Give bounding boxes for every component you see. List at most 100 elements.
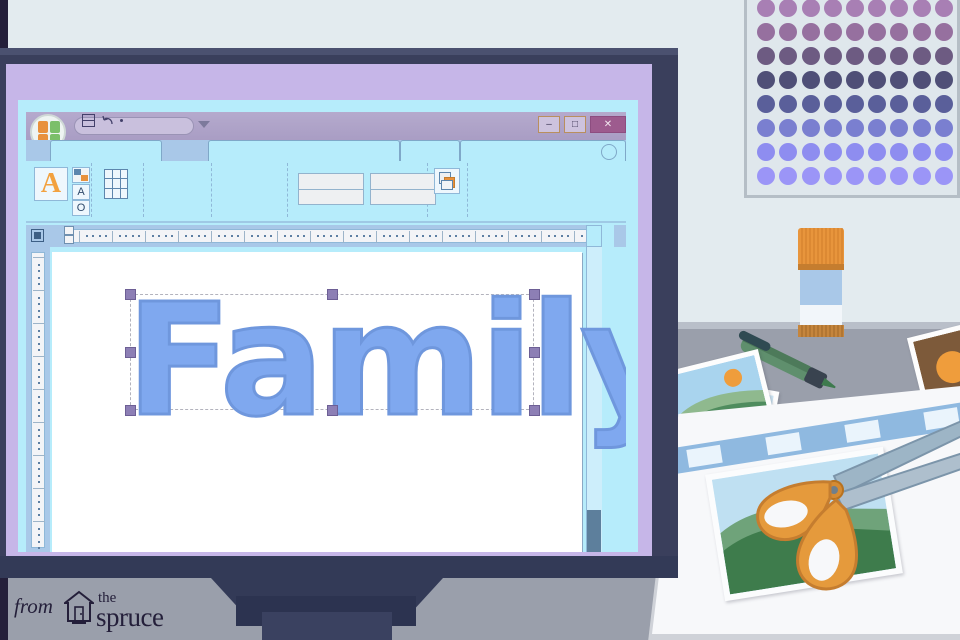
the-spruce-logo: from the spruce — [14, 586, 164, 632]
poster-dot — [912, 119, 931, 137]
ruler-minor-tick — [38, 303, 40, 306]
ruler-minor-tick — [38, 349, 40, 352]
selection-handle[interactable] — [327, 405, 338, 416]
poster-dot — [890, 23, 909, 41]
poster-dot — [890, 47, 909, 65]
selection-handle[interactable] — [529, 347, 540, 358]
ruler-minor-tick — [92, 235, 95, 237]
ruler-minor-tick — [38, 468, 40, 471]
ruler-minor-tick — [125, 235, 128, 237]
glue-stick-base — [798, 325, 844, 337]
ruler-minor-tick — [38, 336, 40, 339]
ruler-minor-tick — [38, 534, 40, 537]
arrange-objects-icon[interactable] — [434, 168, 460, 194]
undo-dropdown-icon[interactable] — [120, 119, 123, 122]
illustration-scene: – □ ✕ A A O Family from the spruce — [0, 0, 960, 640]
ruler-major-tick — [442, 231, 443, 243]
ruler-minor-tick — [38, 296, 40, 299]
tab-home[interactable] — [50, 140, 162, 162]
undo-icon[interactable] — [102, 114, 115, 127]
vertical-ruler[interactable] — [31, 252, 45, 550]
scroll-up-button[interactable] — [586, 225, 602, 247]
horizontal-ruler[interactable] — [72, 229, 603, 243]
ruler-major-tick — [33, 257, 45, 258]
monitor-foot — [262, 612, 392, 640]
text-style-icon[interactable]: A — [72, 184, 90, 200]
ruler-minor-tick — [237, 235, 240, 237]
ruler-minor-tick — [389, 235, 392, 237]
poster-dot — [801, 167, 820, 185]
ruler-minor-tick — [257, 235, 260, 237]
minimize-glyph: – — [546, 119, 552, 130]
ruler-minor-tick — [521, 235, 524, 237]
tab-insert[interactable] — [208, 140, 400, 162]
poster-dot — [757, 143, 776, 161]
selection-handle[interactable] — [125, 347, 136, 358]
poster-dot — [801, 95, 820, 113]
selection-handle[interactable] — [529, 405, 540, 416]
ruler-minor-tick — [336, 235, 339, 237]
ruler-major-tick — [33, 323, 45, 324]
restore-button[interactable]: □ — [564, 116, 586, 133]
help-circle-icon[interactable] — [601, 144, 617, 160]
style-gallery-1[interactable] — [298, 173, 364, 205]
selection-handle[interactable] — [327, 289, 338, 300]
insert-table-icon[interactable] — [104, 169, 128, 199]
selection-handle[interactable] — [125, 289, 136, 300]
ruler-major-tick — [145, 231, 146, 243]
left-indent-marker[interactable] — [64, 235, 74, 244]
wordart-A-button[interactable]: A — [34, 167, 68, 201]
poster-dot — [890, 95, 909, 113]
shape-outline-icon[interactable]: O — [72, 200, 90, 216]
ruler-minor-tick — [138, 235, 141, 237]
customize-caret-icon[interactable] — [198, 121, 210, 128]
color-swatch-icon[interactable] — [72, 167, 90, 183]
ruler-minor-tick — [415, 235, 418, 237]
ruler-minor-tick — [296, 235, 299, 237]
poster-dot — [823, 143, 842, 161]
poster-dot — [868, 0, 887, 17]
ruler-major-tick — [574, 231, 575, 243]
publisher-app-window: – □ ✕ A A O Family — [26, 112, 626, 552]
ruler-minor-tick — [428, 235, 431, 237]
ruler-minor-tick — [38, 428, 40, 431]
poster-dot — [890, 143, 909, 161]
vertical-scrollbar-thumb[interactable] — [587, 510, 601, 552]
ruler-minor-tick — [38, 283, 40, 286]
ruler-minor-tick — [38, 408, 40, 411]
tab-page-design[interactable] — [400, 140, 460, 162]
close-button[interactable]: ✕ — [590, 116, 626, 133]
poster-dot — [890, 71, 909, 89]
ruler-minor-tick — [38, 507, 40, 510]
save-icon[interactable] — [82, 114, 95, 127]
poster-dot — [757, 71, 776, 89]
poster-dot — [934, 95, 953, 113]
ruler-minor-tick — [118, 235, 121, 237]
poster-dot — [845, 0, 864, 17]
group-font: A A O — [28, 163, 92, 217]
ruler-minor-tick — [382, 235, 385, 237]
poster-dot — [757, 167, 776, 185]
logo-from-text: from — [14, 594, 53, 618]
poster-dot — [868, 167, 887, 185]
selection-handle[interactable] — [529, 289, 540, 300]
ruler-minor-tick — [38, 461, 40, 464]
poster-dot — [779, 47, 798, 65]
ruler-major-tick — [409, 231, 410, 243]
ruler-minor-tick — [230, 235, 233, 237]
ruler-minor-tick — [38, 316, 40, 319]
ruler-corner-button[interactable] — [26, 225, 50, 247]
poster-dot — [823, 167, 842, 185]
selection-handle[interactable] — [125, 405, 136, 416]
style-gallery-2[interactable] — [370, 173, 436, 205]
document-page[interactable]: Family — [52, 252, 626, 552]
first-line-indent-marker[interactable] — [64, 226, 74, 235]
ruler-minor-tick — [422, 235, 425, 237]
minimize-button[interactable]: – — [538, 116, 560, 133]
ruler-minor-tick — [329, 235, 332, 237]
ruler-minor-tick — [481, 235, 484, 237]
ruler-major-tick — [33, 488, 45, 489]
ruler-minor-tick — [395, 235, 398, 237]
ruler-minor-tick — [38, 494, 40, 497]
poster-dot — [845, 71, 864, 89]
